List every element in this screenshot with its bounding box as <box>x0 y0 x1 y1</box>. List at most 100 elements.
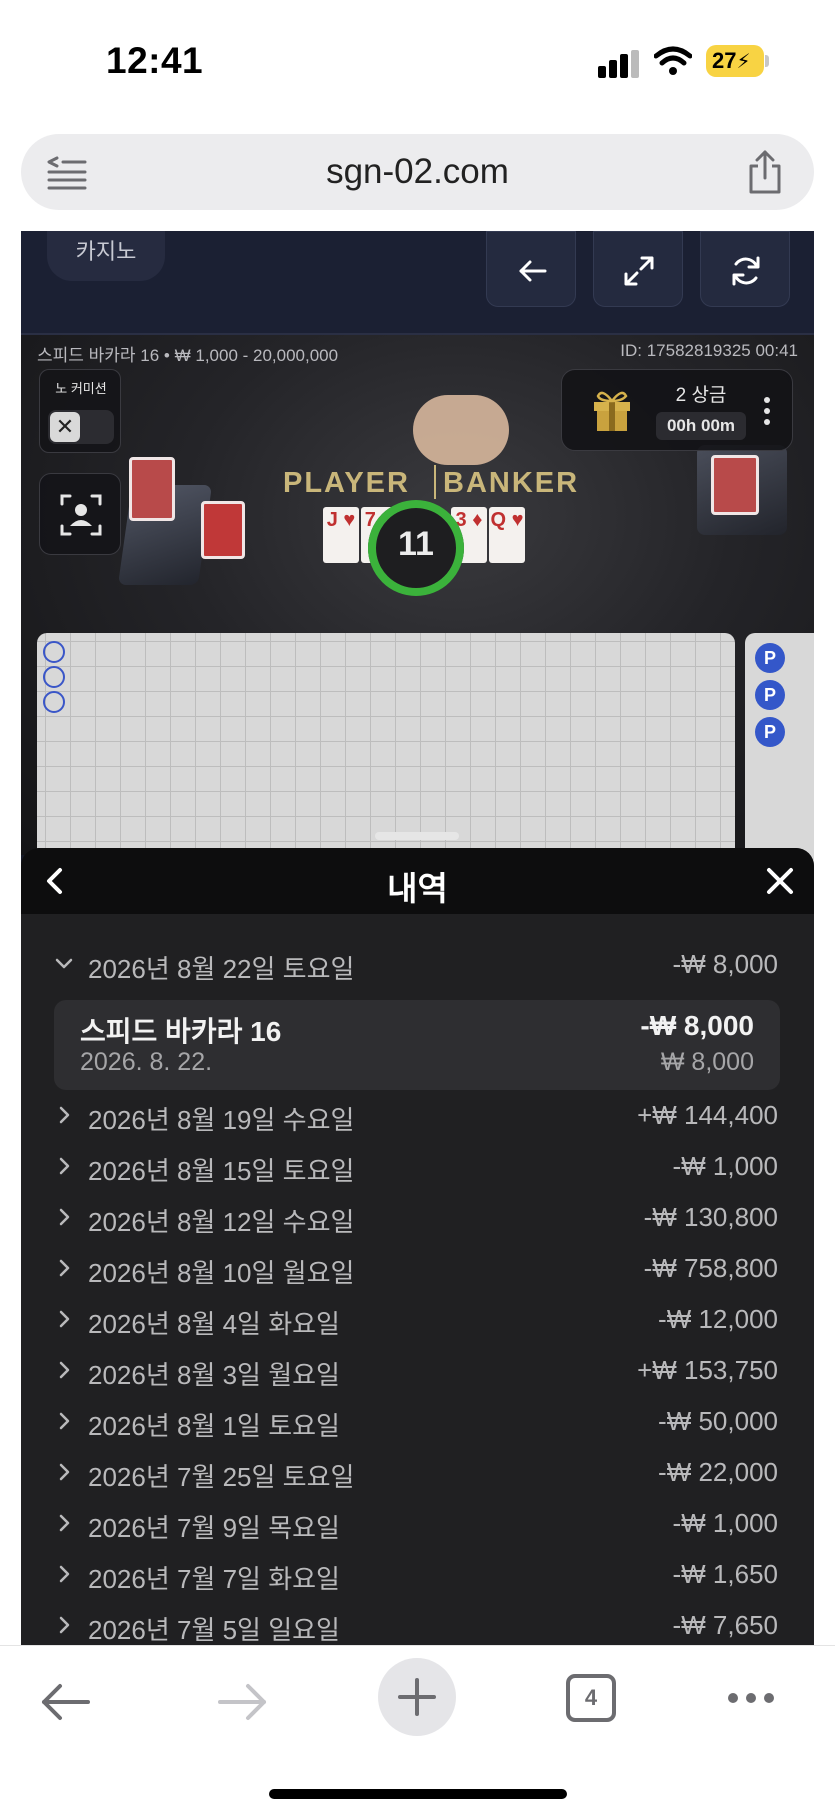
chevron-right-icon <box>59 1208 70 1226</box>
more-vertical-icon[interactable] <box>762 396 772 426</box>
history-day-row[interactable]: 2026년 8월 1일 토요일 -₩ 50,000 <box>21 1396 814 1446</box>
player-win-badge: P <box>755 717 785 747</box>
history-detail-card[interactable]: 스피드 바카라 16 2026. 8. 22. -₩ 8,000 ₩ 8,000 <box>54 1000 780 1090</box>
round-id: ID: 17582819325 00:41 <box>620 341 798 360</box>
history-day-row[interactable]: 2026년 7월 5일 일요일 -₩ 7,650 <box>21 1600 814 1645</box>
player-win-badge: P <box>755 643 785 673</box>
chevron-right-icon <box>59 1157 70 1175</box>
url-text[interactable]: sgn-02.com <box>21 152 814 192</box>
prize-widget[interactable]: 2 상금 00h 00m <box>561 369 793 451</box>
bolt-icon: ⚡ <box>736 51 751 73</box>
prize-title: 2 상금 <box>675 385 727 406</box>
history-day-row[interactable]: 2026년 8월 10일 월요일 -₩ 758,800 <box>21 1243 814 1293</box>
back-icon[interactable] <box>40 1682 92 1722</box>
wifi-icon <box>654 46 692 75</box>
history-day-row[interactable]: 2026년 8월 12일 수요일 -₩ 130,800 <box>21 1192 814 1242</box>
battery-charging-icon: 27⚡ <box>706 45 764 77</box>
profile-focus-button[interactable] <box>39 473 121 555</box>
new-tab-button[interactable] <box>378 1658 456 1736</box>
day-amount: +₩ 144,400 <box>637 1100 778 1130</box>
detail-date: 2026. 8. 22. <box>80 1048 213 1076</box>
day-label: 2026년 7월 5일 일요일 <box>88 1615 340 1645</box>
chevron-right-icon <box>59 1259 70 1277</box>
share-icon[interactable] <box>745 150 785 194</box>
banker-card: Q ♥ <box>489 507 525 563</box>
refresh-button[interactable] <box>700 231 790 307</box>
game-view: 카지노 스피드 바카라 16 • ₩ 1,000 - 20,000,000 ID… <box>21 231 814 1645</box>
history-day-row-expanded[interactable]: 2026년 8월 22일 토요일 -₩ 8,000 <box>21 939 814 989</box>
table-info: 스피드 바카라 16 • ₩ 1,000 - 20,000,000 <box>37 346 339 365</box>
close-icon: ✕ <box>50 412 80 442</box>
game-header: 카지노 <box>21 231 814 335</box>
status-time: 12:41 <box>106 40 204 81</box>
detail-stake-amount: ₩ 8,000 <box>660 1048 754 1076</box>
battery-level: 27 <box>712 48 737 73</box>
road-circle <box>43 641 65 663</box>
player-win-badge: P <box>755 680 785 710</box>
chevron-right-icon <box>59 1463 70 1481</box>
sheet-title: 내역 <box>387 870 448 907</box>
day-amount: -₩ 50,000 <box>658 1406 778 1436</box>
card-back <box>129 457 175 521</box>
status-bar: 12:41 27⚡ <box>0 0 835 120</box>
day-amount: -₩ 758,800 <box>643 1253 778 1283</box>
cellular-signal-icon <box>598 50 639 78</box>
no-commission-label: 노 커미션 <box>55 381 107 396</box>
day-label: 2026년 8월 10일 월요일 <box>88 1258 355 1288</box>
countdown-number: 11 <box>398 525 434 563</box>
browser-toolbar: 4 <box>0 1645 835 1811</box>
close-icon[interactable] <box>765 866 795 896</box>
tabs-icon[interactable]: 4 <box>566 1674 616 1722</box>
casino-tab[interactable]: 카지노 <box>47 231 165 281</box>
history-day-row[interactable]: 2026년 7월 7일 화요일 -₩ 1,650 <box>21 1549 814 1599</box>
forward-icon[interactable] <box>216 1682 268 1722</box>
battery-cap <box>765 55 769 67</box>
day-label: 2026년 7월 9일 목요일 <box>88 1513 340 1543</box>
chevron-right-icon <box>59 1565 70 1583</box>
day-label: 2026년 8월 22일 토요일 <box>88 954 355 984</box>
history-day-row[interactable]: 2026년 8월 4일 화요일 -₩ 12,000 <box>21 1294 814 1344</box>
day-amount: -₩ 1,000 <box>672 1508 779 1538</box>
day-amount: +₩ 153,750 <box>637 1355 778 1385</box>
day-amount: -₩ 1,000 <box>672 1151 779 1181</box>
person-focus-icon <box>60 494 102 536</box>
home-indicator <box>269 1789 567 1799</box>
address-bar[interactable]: sgn-02.com <box>21 134 814 210</box>
gift-icon <box>594 391 630 431</box>
toggle-track[interactable]: ✕ <box>48 410 114 444</box>
card-back <box>201 501 245 559</box>
detail-game-name: 스피드 바카라 16 <box>80 1016 282 1047</box>
no-commission-toggle[interactable]: 노 커미션 ✕ <box>39 369 121 453</box>
back-button[interactable] <box>486 231 576 307</box>
history-day-row[interactable]: 2026년 7월 25일 토요일 -₩ 22,000 <box>21 1447 814 1497</box>
fullscreen-button[interactable] <box>593 231 683 307</box>
road-circle <box>43 666 65 688</box>
back-arrow-icon <box>519 260 547 282</box>
sheet-drag-handle[interactable] <box>375 832 459 840</box>
chevron-right-icon <box>59 1514 70 1532</box>
history-day-row[interactable]: 2026년 8월 15일 토요일 -₩ 1,000 <box>21 1141 814 1191</box>
day-label: 2026년 8월 1일 토요일 <box>88 1411 340 1441</box>
chevron-right-icon <box>59 1310 70 1328</box>
prize-timer: 00h 00m <box>656 412 746 440</box>
fullscreen-icon <box>624 256 654 286</box>
more-icon[interactable] <box>726 1690 776 1706</box>
table-player-label: PLAYER <box>283 467 410 499</box>
day-label: 2026년 8월 19일 수요일 <box>88 1105 355 1135</box>
chevron-down-icon <box>55 958 73 969</box>
player-card: J ♥ <box>323 507 359 563</box>
sheet-header: 내역 <box>21 848 814 914</box>
day-label: 2026년 8월 3일 월요일 <box>88 1360 340 1390</box>
day-label: 2026년 7월 7일 화요일 <box>88 1564 340 1594</box>
day-amount: -₩ 7,650 <box>672 1610 779 1640</box>
day-amount: -₩ 12,000 <box>658 1304 778 1334</box>
road-circle <box>43 691 65 713</box>
history-day-row[interactable]: 2026년 8월 19일 수요일 +₩ 144,400 <box>21 1090 814 1140</box>
table-banker-label: BANKER <box>443 467 580 499</box>
chevron-right-icon <box>59 1616 70 1634</box>
day-label: 2026년 8월 4일 화요일 <box>88 1309 340 1339</box>
history-day-row[interactable]: 2026년 7월 9일 목요일 -₩ 1,000 <box>21 1498 814 1548</box>
history-day-row[interactable]: 2026년 8월 3일 월요일 +₩ 153,750 <box>21 1345 814 1395</box>
card-back <box>711 455 759 515</box>
day-label: 2026년 8월 15일 토요일 <box>88 1156 355 1186</box>
